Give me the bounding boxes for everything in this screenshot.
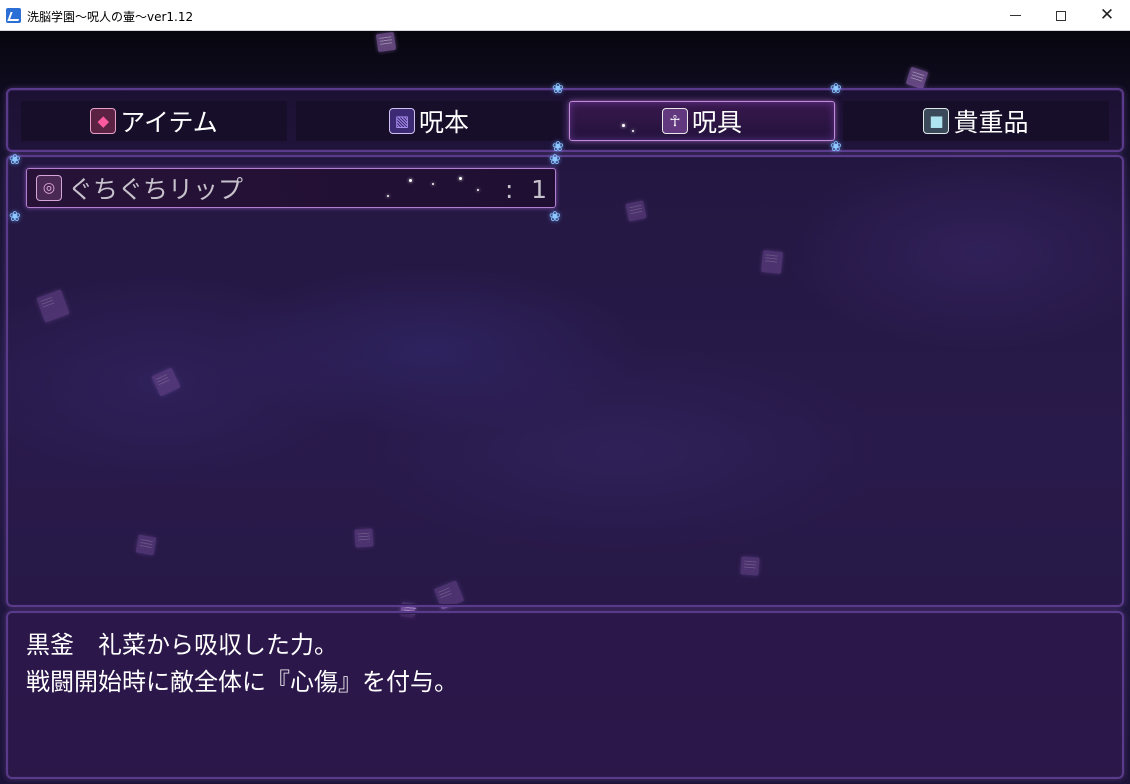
minimize-button[interactable] bbox=[992, 0, 1038, 31]
tab-curse-tools[interactable]: ☥ 呪具 bbox=[569, 101, 835, 141]
app-icon bbox=[6, 8, 21, 23]
gem-icon: ◆ bbox=[90, 108, 117, 134]
tab-items[interactable]: ◆ アイテム bbox=[21, 101, 287, 141]
item-colon: : bbox=[505, 175, 514, 204]
sparkle-decoration bbox=[432, 183, 434, 185]
description-line-1: 黒釜 礼菜から吸収した力。 bbox=[26, 631, 338, 659]
tab-valuables[interactable]: ■ 貴重品 bbox=[843, 101, 1109, 141]
flower-ornament-icon: ❀ bbox=[552, 81, 564, 97]
valuable-icon: ■ bbox=[923, 108, 950, 134]
minimize-icon bbox=[1009, 15, 1021, 16]
close-icon: ✕ bbox=[1099, 5, 1115, 25]
tab-curse-books[interactable]: ▧ 呪本 bbox=[296, 101, 562, 141]
tab-label: 呪具 bbox=[691, 108, 742, 137]
description-line-2: 戦闘開始時に敵全体に『心傷』を付与。 bbox=[26, 668, 458, 696]
close-button[interactable]: ✕ bbox=[1084, 0, 1130, 31]
maximize-button[interactable] bbox=[1038, 0, 1084, 31]
book-icon: ▧ bbox=[388, 108, 415, 134]
item-name: ぐちぐちリップ bbox=[68, 175, 244, 204]
floating-page-decoration bbox=[905, 66, 929, 90]
window-title: 洗脳学園～呪人の壷～ver1.12 bbox=[27, 10, 194, 24]
flower-ornament-icon: ❀ bbox=[830, 139, 842, 155]
sparkle-decoration bbox=[409, 179, 412, 182]
list-item[interactable]: ◎ ぐちぐちリップ : 1 bbox=[26, 168, 556, 208]
flower-ornament-icon: ❀ bbox=[549, 209, 561, 225]
tab-label: アイテム bbox=[120, 108, 218, 137]
flower-ornament-icon: ❀ bbox=[9, 152, 21, 168]
flower-ornament-icon: ❀ bbox=[549, 152, 561, 168]
sparkle-decoration bbox=[632, 130, 634, 132]
flower-ornament-icon: ❀ bbox=[830, 81, 842, 97]
flower-ornament-icon: ❀ bbox=[9, 209, 21, 225]
tab-label: 貴重品 bbox=[953, 108, 1029, 137]
sparkle-decoration bbox=[622, 124, 625, 127]
window-titlebar: 洗脳学園～呪人の壷～ver1.12 ✕ bbox=[0, 0, 1130, 31]
sparkle-decoration bbox=[387, 195, 389, 197]
floating-page-decoration bbox=[375, 31, 397, 53]
item-list-panel bbox=[6, 155, 1124, 607]
sparkle-decoration bbox=[459, 177, 462, 180]
item-count: 1 bbox=[531, 175, 547, 204]
curse-tool-icon: ☥ bbox=[661, 108, 688, 134]
tab-label: 呪本 bbox=[418, 108, 469, 137]
maximize-icon bbox=[1056, 10, 1066, 21]
lips-icon: ◎ bbox=[36, 175, 62, 201]
sparkle-decoration bbox=[477, 189, 479, 191]
